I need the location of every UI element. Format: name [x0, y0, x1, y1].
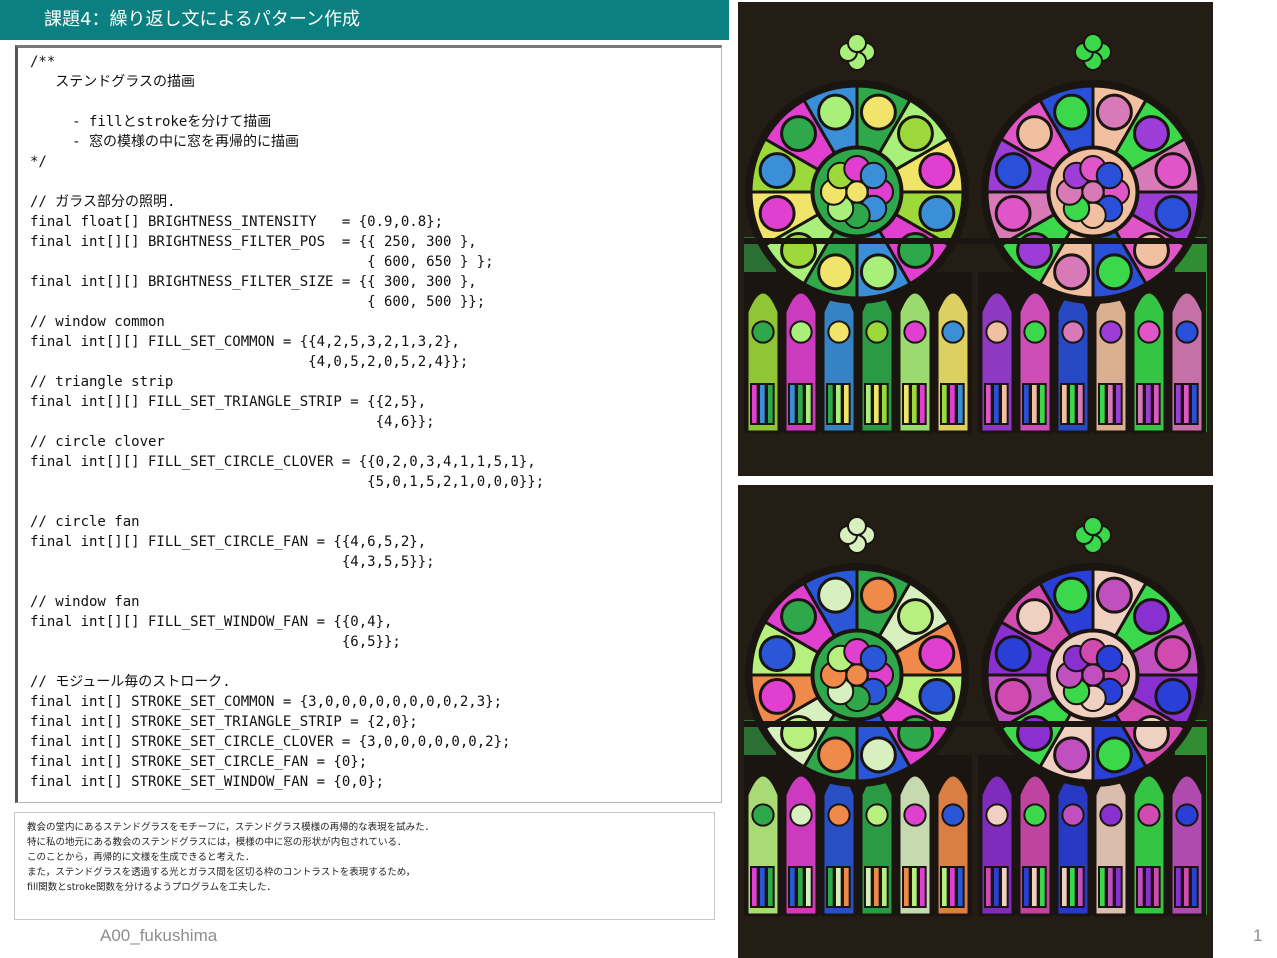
code-line: - 窓の模様の中に窓を再帰的に描画	[30, 134, 300, 150]
stained-glass-drawing	[738, 2, 1213, 476]
code-line: { 600, 650 } };	[30, 254, 494, 270]
description-line: 教会の堂内にあるステンドグラスをモチーフに，ステンドグラス模様の再帰的な表現を試…	[27, 822, 435, 833]
code-line: final int[] STROKE_SET_TRIANGLE_STRIP = …	[30, 714, 418, 730]
code-line: final int[][] BRIGHTNESS_FILTER_SIZE = {…	[30, 274, 477, 290]
stained-glass-drawing	[738, 485, 1213, 958]
code-line: {4,3,5,5}};	[30, 554, 435, 570]
description-line: このことから，再帰的に文様を生成できると考えた．	[27, 852, 255, 863]
code-line: final int[] STROKE_SET_CIRCLE_CLOVER = {…	[30, 734, 511, 750]
code-line: final int[][] FILL_SET_CIRCLE_FAN = {{4,…	[30, 534, 427, 550]
code-line: final int[][] FILL_SET_CIRCLE_CLOVER = {…	[30, 454, 536, 470]
code-line: */	[30, 154, 47, 170]
code-line: final int[] STROKE_SET_CIRCLE_FAN = {0};	[30, 754, 368, 770]
code-line: // window fan	[30, 594, 140, 610]
code-line: {4,0,5,2,0,5,2,4}};	[30, 354, 469, 370]
page-number: 1	[1253, 926, 1263, 945]
code-line: {6,5}};	[30, 634, 401, 650]
author-name: A00_fukushima	[100, 926, 218, 945]
code-line: // window common	[30, 314, 165, 330]
code-line: final int[][] FILL_SET_COMMON = {{4,2,5,…	[30, 334, 460, 350]
code-line: // circle fan	[30, 514, 140, 530]
code-line: - fillとstrokeを分けて描画	[30, 114, 272, 130]
code-line: {5,0,1,5,2,1,0,0,0}};	[30, 474, 545, 490]
code-line: // circle clover	[30, 434, 165, 450]
stained-glass-image-1	[738, 2, 1213, 476]
description-line: 特に私の地元にある教会のステンドグラスには，模様の中に窓の形状が内包されている．	[27, 837, 407, 848]
code-line: // ガラス部分の照明.	[30, 194, 176, 210]
description-line: fill関数とstroke関数を分けるようプログラムを工夫した．	[27, 882, 276, 893]
code-panel: /** ステンドグラスの描画 - fillとstrokeを分けて描画 - 窓の模…	[15, 45, 722, 803]
code-line: ステンドグラスの描画	[30, 74, 196, 90]
code-text: /** ステンドグラスの描画 - fillとstrokeを分けて描画 - 窓の模…	[18, 48, 721, 792]
code-line: final int[] STROKE_SET_COMMON = {3,0,0,0…	[30, 694, 503, 710]
code-line: // triangle strip	[30, 374, 174, 390]
code-line: final int[] STROKE_SET_WINDOW_FAN = {0,0…	[30, 774, 385, 790]
stained-glass-image-2	[738, 485, 1213, 958]
code-line: { 600, 500 }};	[30, 294, 486, 310]
code-line: final int[][] BRIGHTNESS_FILTER_POS = {{…	[30, 234, 477, 250]
description-box: 教会の堂内にあるステンドグラスをモチーフに，ステンドグラス模様の再帰的な表現を試…	[14, 812, 715, 920]
description-line: また，ステンドグラスを透過する光とガラス間を区切る枠のコントラストを表現するため…	[27, 867, 416, 878]
code-line: final int[][] FILL_SET_TRIANGLE_STRIP = …	[30, 394, 427, 410]
slide-title: 課題4：繰り返し文によるパターン作成	[0, 0, 729, 40]
code-line: final int[][] FILL_SET_WINDOW_FAN = {{0,…	[30, 614, 393, 630]
code-line: final float[] BRIGHTNESS_INTENSITY = {0.…	[30, 214, 444, 230]
code-line: /**	[30, 54, 56, 70]
code-line: {4,6}};	[30, 414, 435, 430]
code-line: // モジュール毎のストローク.	[30, 674, 231, 690]
